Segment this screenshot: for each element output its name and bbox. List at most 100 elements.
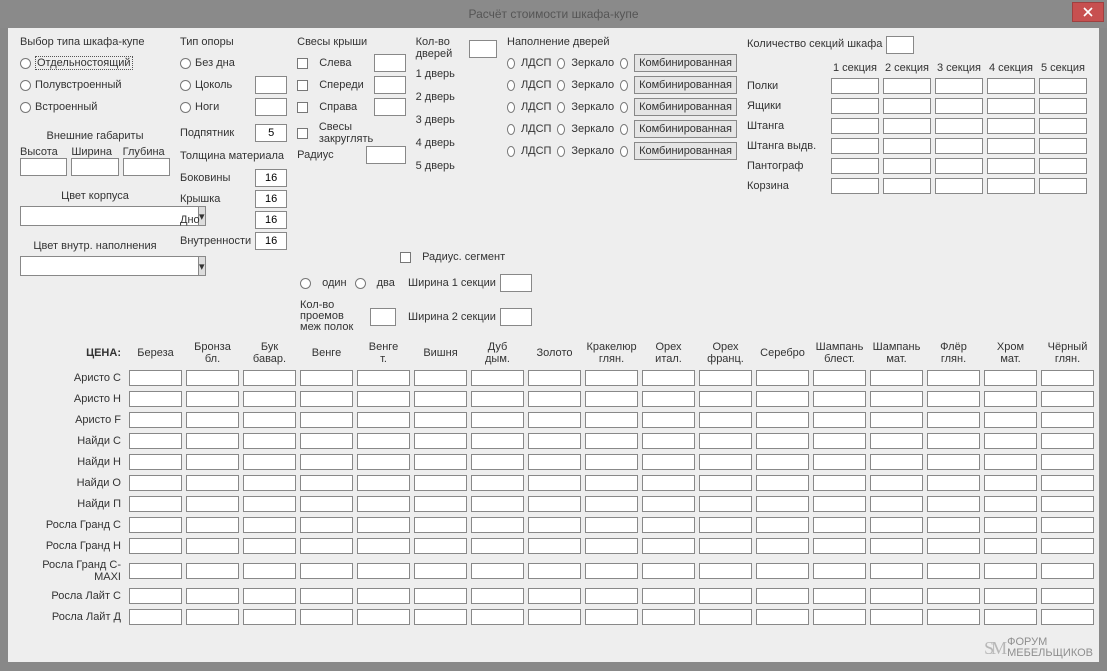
price-cell-1-4[interactable]	[357, 391, 410, 407]
price-cell-5-1[interactable]	[186, 475, 239, 491]
radius-seg-label[interactable]: Радиус. сегмент	[422, 251, 505, 263]
price-cell-10-15[interactable]	[984, 588, 1037, 604]
price-cell-0-5[interactable]	[414, 370, 467, 386]
price-cell-3-14[interactable]	[927, 433, 980, 449]
price-cell-3-12[interactable]	[813, 433, 866, 449]
door1-combo-radio[interactable]	[620, 80, 628, 91]
price-cell-9-0[interactable]	[129, 563, 182, 579]
sec-cell-1-0[interactable]	[831, 98, 879, 114]
price-cell-5-12[interactable]	[813, 475, 866, 491]
price-cell-10-13[interactable]	[870, 588, 923, 604]
price-cell-7-6[interactable]	[471, 517, 524, 533]
price-cell-7-12[interactable]	[813, 517, 866, 533]
price-cell-3-10[interactable]	[699, 433, 752, 449]
price-cell-9-12[interactable]	[813, 563, 866, 579]
price-cell-7-3[interactable]	[300, 517, 353, 533]
price-cell-8-13[interactable]	[870, 538, 923, 554]
supp-opt-1[interactable]: Без дна	[195, 57, 235, 69]
door2-mirror-radio[interactable]	[557, 102, 565, 113]
type-radio-1[interactable]	[20, 58, 31, 69]
sec-cell-0-3[interactable]	[987, 78, 1035, 94]
price-cell-1-2[interactable]	[243, 391, 296, 407]
sec-cell-4-0[interactable]	[831, 158, 879, 174]
sec-cell-3-4[interactable]	[1039, 138, 1087, 154]
sec-cell-4-3[interactable]	[987, 158, 1035, 174]
price-cell-11-11[interactable]	[756, 609, 809, 625]
roof-opt-1[interactable]: Слева	[319, 57, 351, 69]
heel-input[interactable]	[255, 124, 287, 142]
price-cell-1-5[interactable]	[414, 391, 467, 407]
price-cell-3-8[interactable]	[585, 433, 638, 449]
price-cell-2-11[interactable]	[756, 412, 809, 428]
price-cell-10-8[interactable]	[585, 588, 638, 604]
price-cell-0-13[interactable]	[870, 370, 923, 386]
price-cell-9-13[interactable]	[870, 563, 923, 579]
price-cell-11-2[interactable]	[243, 609, 296, 625]
price-cell-10-12[interactable]	[813, 588, 866, 604]
price-cell-10-1[interactable]	[186, 588, 239, 604]
price-cell-0-3[interactable]	[300, 370, 353, 386]
sec-cell-5-1[interactable]	[883, 178, 931, 194]
sec-cell-0-1[interactable]	[883, 78, 931, 94]
price-cell-11-16[interactable]	[1041, 609, 1094, 625]
price-cell-6-11[interactable]	[756, 496, 809, 512]
price-cell-4-2[interactable]	[243, 454, 296, 470]
sec-cell-5-3[interactable]	[987, 178, 1035, 194]
two-radio[interactable]	[355, 278, 366, 289]
price-cell-6-7[interactable]	[528, 496, 581, 512]
price-cell-10-3[interactable]	[300, 588, 353, 604]
price-cell-4-6[interactable]	[471, 454, 524, 470]
sec-cell-4-1[interactable]	[883, 158, 931, 174]
price-cell-0-7[interactable]	[528, 370, 581, 386]
price-cell-11-9[interactable]	[642, 609, 695, 625]
round-label[interactable]: Свесы закруглять	[319, 121, 406, 145]
price-cell-4-12[interactable]	[813, 454, 866, 470]
door4-combo-button[interactable]: Комбинированная	[634, 142, 737, 160]
price-cell-8-11[interactable]	[756, 538, 809, 554]
price-cell-2-7[interactable]	[528, 412, 581, 428]
thick-input-3[interactable]	[255, 232, 287, 250]
price-cell-0-8[interactable]	[585, 370, 638, 386]
price-cell-4-5[interactable]	[414, 454, 467, 470]
price-cell-3-9[interactable]	[642, 433, 695, 449]
price-cell-11-1[interactable]	[186, 609, 239, 625]
price-cell-11-6[interactable]	[471, 609, 524, 625]
inner-color-combo[interactable]: ▾	[20, 256, 170, 276]
price-cell-5-10[interactable]	[699, 475, 752, 491]
door2-combo-radio[interactable]	[620, 102, 628, 113]
supp-opt-3[interactable]: Ноги	[195, 101, 219, 113]
sec-cell-2-1[interactable]	[883, 118, 931, 134]
door0-ldsp-radio[interactable]	[507, 58, 515, 69]
price-cell-8-7[interactable]	[528, 538, 581, 554]
price-cell-5-13[interactable]	[870, 475, 923, 491]
price-cell-8-0[interactable]	[129, 538, 182, 554]
price-cell-2-14[interactable]	[927, 412, 980, 428]
round-chk[interactable]	[297, 128, 308, 139]
roof-chk-3[interactable]	[297, 102, 308, 113]
price-cell-9-15[interactable]	[984, 563, 1037, 579]
price-cell-3-2[interactable]	[243, 433, 296, 449]
price-cell-8-2[interactable]	[243, 538, 296, 554]
price-cell-8-9[interactable]	[642, 538, 695, 554]
price-cell-8-4[interactable]	[357, 538, 410, 554]
price-cell-6-8[interactable]	[585, 496, 638, 512]
sec-cell-5-4[interactable]	[1039, 178, 1087, 194]
price-cell-6-6[interactable]	[471, 496, 524, 512]
price-cell-5-9[interactable]	[642, 475, 695, 491]
price-cell-5-5[interactable]	[414, 475, 467, 491]
price-cell-8-12[interactable]	[813, 538, 866, 554]
price-cell-5-14[interactable]	[927, 475, 980, 491]
depth-input[interactable]	[123, 158, 170, 176]
nogi-input[interactable]	[255, 98, 287, 116]
price-cell-1-8[interactable]	[585, 391, 638, 407]
price-cell-9-8[interactable]	[585, 563, 638, 579]
supp-radio-2[interactable]	[180, 80, 191, 91]
price-cell-2-13[interactable]	[870, 412, 923, 428]
roof-opt-2[interactable]: Спереди	[319, 79, 364, 91]
radius-seg-chk[interactable]	[400, 252, 411, 263]
price-cell-4-7[interactable]	[528, 454, 581, 470]
price-cell-2-15[interactable]	[984, 412, 1037, 428]
price-cell-1-12[interactable]	[813, 391, 866, 407]
price-cell-2-2[interactable]	[243, 412, 296, 428]
price-cell-5-6[interactable]	[471, 475, 524, 491]
